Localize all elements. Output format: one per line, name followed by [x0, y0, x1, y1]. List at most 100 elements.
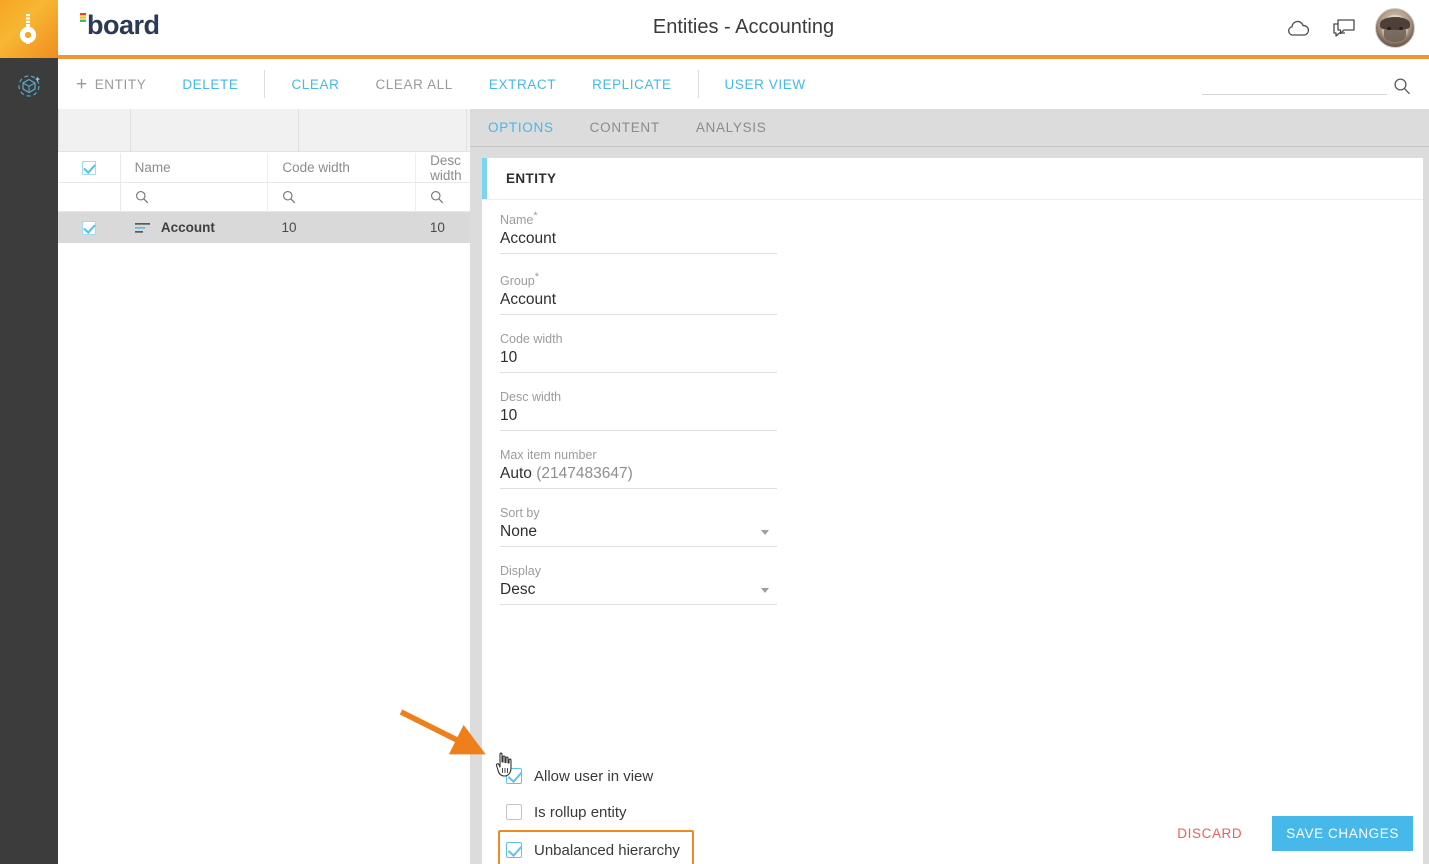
entity-grid: Name Code width Desc width: [58, 109, 470, 864]
toolbar-replicate-button[interactable]: REPLICATE: [574, 77, 689, 92]
header-icon-group: [1283, 8, 1415, 48]
panel-tabs: OPTIONS CONTENT ANALYSIS: [470, 109, 1429, 147]
row-select-cell: [58, 212, 121, 243]
toolbar-user-view-button[interactable]: USER VIEW: [707, 77, 824, 92]
app-header: board Entities - Accounting: [58, 0, 1429, 55]
chat-icon[interactable]: [1329, 13, 1359, 43]
app-root: board Entities - Accounting: [0, 0, 1429, 864]
rail-entities-icon[interactable]: [0, 62, 58, 108]
plus-icon: +: [76, 75, 88, 94]
field-group-label: Group*: [500, 271, 800, 288]
details-panel: OPTIONS CONTENT ANALYSIS ENTITY Name* Ac…: [470, 109, 1429, 864]
field-max-item-number: Max item number Auto (2147483647): [500, 448, 800, 489]
field-display-label: Display: [500, 564, 800, 578]
toolbar-clear-all-label: CLEAR ALL: [375, 77, 452, 92]
field-sort-by: Sort by None: [500, 506, 800, 547]
card-title: ENTITY: [506, 171, 556, 186]
row-code-width: 10: [267, 212, 415, 243]
discard-button[interactable]: DISCARD: [1167, 818, 1252, 849]
max-item-number-auto-value: (2147483647): [536, 465, 633, 482]
toolbar-extract-label: EXTRACT: [489, 77, 556, 92]
is-rollup-entity-label: Is rollup entity: [534, 804, 627, 821]
search-input[interactable]: [1202, 71, 1387, 95]
select-all-checkbox[interactable]: [82, 161, 96, 175]
left-rail: [0, 0, 58, 864]
search-icon[interactable]: [282, 190, 296, 204]
toolbar-replicate-label: REPLICATE: [592, 77, 671, 92]
checkbox-row-is-rollup-entity[interactable]: Is rollup entity: [500, 794, 830, 830]
toolbar-delete-label: DELETE: [182, 77, 238, 92]
toolbar-clear-all-button[interactable]: CLEAR ALL: [357, 77, 470, 92]
sort-by-select[interactable]: None: [500, 523, 777, 547]
field-display: Display Desc: [500, 564, 800, 605]
entity-card: ENTITY Name* Account Group* Account Code…: [482, 158, 1423, 864]
cube-sparkle-icon: [16, 72, 42, 98]
action-toolbar: + ENTITY DELETE CLEAR CLEAR ALL EXTRACT …: [58, 59, 1429, 109]
row-name-cell: Account: [121, 212, 268, 243]
tab-analysis[interactable]: ANALYSIS: [678, 120, 785, 135]
toolbar-search: [1202, 71, 1411, 95]
unbalanced-hierarchy-label: Unbalanced hierarchy: [534, 842, 680, 859]
allow-user-in-view-label: Allow user in view: [534, 768, 653, 785]
group-field[interactable]: Account: [500, 291, 777, 315]
toolbar-divider-1: [264, 70, 265, 98]
checkbox-row-allow-user-in-view[interactable]: Allow user in view: [500, 758, 830, 794]
field-name: Name* Account: [500, 210, 800, 254]
name-field[interactable]: Account: [500, 230, 777, 254]
chevron-down-icon: [761, 588, 769, 593]
table-row[interactable]: Account 10 10: [58, 212, 470, 243]
row-desc-width: 10: [416, 212, 470, 243]
field-code-width: Code width 10: [500, 332, 800, 373]
search-icon[interactable]: [1393, 77, 1411, 95]
max-item-number-field[interactable]: Auto (2147483647): [500, 465, 777, 489]
search-icon[interactable]: [430, 190, 444, 204]
desc-width-field[interactable]: 10: [500, 407, 777, 431]
entity-icon: [135, 222, 151, 234]
toolbar-entity-button[interactable]: + ENTITY: [58, 75, 164, 94]
panel-footer-actions: DISCARD SAVE CHANGES: [1167, 816, 1413, 851]
grid-top-strip: [58, 109, 470, 152]
toolbar-user-view-label: USER VIEW: [725, 77, 806, 92]
grid-filter-name[interactable]: [121, 183, 269, 211]
grid-header-desc-width[interactable]: Desc width: [416, 153, 470, 182]
unbalanced-hierarchy-checkbox[interactable]: [506, 842, 522, 858]
field-desc-width-label: Desc width: [500, 390, 800, 404]
entity-options-checkboxes: Allow user in view Is rollup entity Unba…: [500, 758, 830, 864]
field-group: Group* Account: [500, 271, 800, 315]
board-b-icon: [17, 14, 41, 44]
app-logo-tile[interactable]: [0, 0, 58, 58]
toolbar-entity-label: ENTITY: [95, 77, 147, 92]
row-name-label: Account: [161, 220, 215, 235]
grid-filter-row: [58, 183, 470, 212]
chevron-down-icon: [761, 530, 769, 535]
tab-options[interactable]: OPTIONS: [470, 120, 572, 135]
toolbar-clear-label: CLEAR: [291, 77, 339, 92]
grid-header-name[interactable]: Name: [121, 153, 269, 182]
is-rollup-entity-checkbox[interactable]: [506, 804, 522, 820]
toolbar-extract-button[interactable]: EXTRACT: [471, 77, 574, 92]
avatar[interactable]: [1375, 8, 1415, 48]
field-sort-by-label: Sort by: [500, 506, 800, 520]
allow-user-in-view-checkbox[interactable]: [506, 768, 522, 784]
save-changes-button[interactable]: SAVE CHANGES: [1272, 816, 1413, 851]
code-width-field[interactable]: 10: [500, 349, 777, 373]
grid-select-all-cell: [58, 153, 121, 182]
display-select[interactable]: Desc: [500, 581, 777, 605]
grid-table: Name Code width Desc width: [58, 153, 470, 243]
page-title: Entities - Accounting: [58, 0, 1429, 55]
checkbox-row-unbalanced-hierarchy[interactable]: Unbalanced hierarchy: [498, 830, 694, 864]
field-name-label: Name*: [500, 210, 800, 227]
field-max-item-number-label: Max item number: [500, 448, 800, 462]
grid-filter-desc-width[interactable]: [416, 183, 470, 211]
cloud-icon[interactable]: [1283, 13, 1313, 43]
search-icon[interactable]: [135, 190, 149, 204]
tab-content[interactable]: CONTENT: [572, 120, 678, 135]
entity-form: Name* Account Group* Account Code width …: [500, 210, 800, 622]
card-header: ENTITY: [482, 158, 1423, 200]
field-code-width-label: Code width: [500, 332, 800, 346]
toolbar-delete-button[interactable]: DELETE: [164, 77, 256, 92]
toolbar-clear-button[interactable]: CLEAR: [273, 77, 357, 92]
grid-header-code-width[interactable]: Code width: [268, 153, 416, 182]
row-checkbox[interactable]: [82, 221, 96, 235]
grid-filter-code-width[interactable]: [268, 183, 416, 211]
